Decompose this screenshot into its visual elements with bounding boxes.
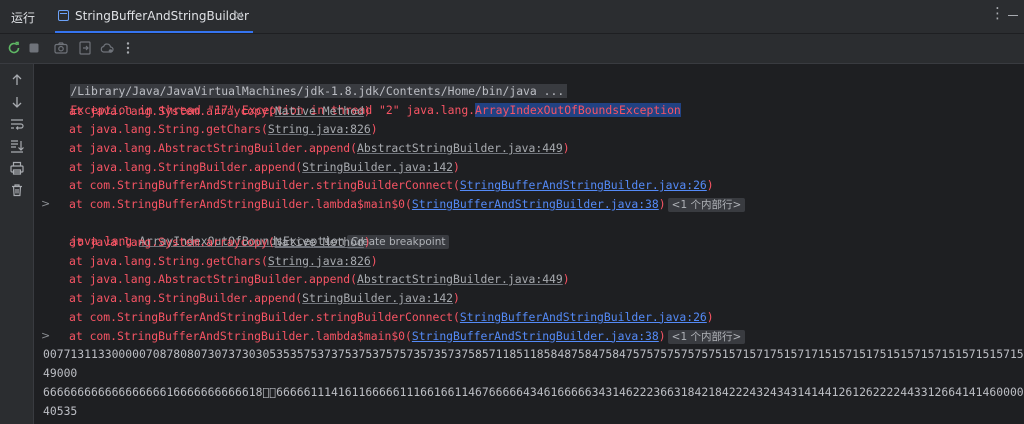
source-link[interactable]: Native Method [275,235,364,249]
stack-frame-suffix: ) [363,103,371,118]
console-side-toolbar [0,64,34,424]
down-arrow-icon[interactable] [9,94,25,110]
output-line-4: 40535 [43,404,78,418]
up-arrow-icon[interactable] [9,72,25,88]
stack-frame: > at com.StringBufferAndStringBuilder.lam… [41,195,746,213]
stack-frame-suffix: ) [370,253,378,268]
source-link[interactable]: StringBuilder.java:142 [302,291,453,305]
stack-frame: at java.lang.AbstractStringBuilder.appen… [43,139,570,157]
stack-frame-method: at com.StringBufferAndStringBuilder.stri… [69,309,460,324]
tab-stringbufferandstringbuilder[interactable]: StringBufferAndStringBuilder × [53,0,253,33]
cloud-icon[interactable] [99,40,115,56]
stack-frame-method: at java.lang.AbstractStringBuilder.appen… [69,272,358,287]
output-line-2: 49000 [43,366,78,380]
close-icon[interactable]: × [234,8,244,22]
second-exception-line: java.lang.ArrayIndexOutOfBoundsException… [43,214,450,249]
minimize-icon[interactable] [1008,15,1018,16]
stack-frame-suffix: ) [453,159,460,174]
expand-chevron-icon[interactable]: > [41,195,50,213]
stack-frame: at com.StringBufferAndStringBuilder.stri… [43,308,714,326]
stack-frame-suffix: ) [562,272,570,287]
more-options-icon[interactable]: ⋮ [990,6,1005,21]
stack-frame-suffix: ) [453,291,460,306]
source-link[interactable]: StringBufferAndStringBuilder.java:26 [460,178,707,192]
stack-frame-suffix: ) [370,122,378,137]
source-link[interactable]: StringBufferAndStringBuilder.java:38 [412,197,659,211]
stack-frame-suffix: ) [706,178,714,193]
stack-frame-method: at java.lang.System.arraycopy( [69,103,275,118]
stack-frame: at java.lang.AbstractStringBuilder.appen… [43,270,570,288]
source-link[interactable]: String.java:826 [268,122,371,136]
stop-icon[interactable] [26,40,42,56]
stack-frame-method: at java.lang.String.getChars( [69,253,268,268]
rerun-icon[interactable] [6,40,22,56]
internal-lines-badge[interactable]: <1 个内部行> [667,329,746,344]
stack-frame: at java.lang.String.getChars(String.java… [43,252,378,270]
stack-frame-method: at java.lang.StringBuilder.append( [69,291,303,306]
stack-frame: at com.StringBufferAndStringBuilder.stri… [43,176,714,194]
stack-frame-suffix: ) [706,309,714,324]
more-icon[interactable] [120,40,136,56]
expand-chevron-icon[interactable]: > [41,327,50,345]
import-icon[interactable] [77,40,93,56]
stack-frame-method: at java.lang.StringBuilder.append( [69,159,303,174]
stack-frame-method: at com.StringBufferAndStringBuilder.lamb… [69,197,412,211]
stack-frame-suffix: ) [658,328,666,343]
tool-window-header: 运行 StringBufferAndStringBuilder × ⋮ [0,0,1024,34]
stack-frame: at java.lang.StringBuilder.append(String… [43,158,460,176]
stack-frame: > at com.StringBufferAndStringBuilder.lam… [41,327,746,345]
source-link[interactable]: AbstractStringBuilder.java:449 [357,141,563,155]
tab-title: StringBufferAndStringBuilder [75,9,249,23]
source-link[interactable]: StringBufferAndStringBuilder.java:26 [460,310,707,324]
internal-lines-badge[interactable]: <1 个内部行> [667,198,746,212]
soft-wrap-icon[interactable] [9,116,25,132]
stack-frame: at java.lang.StringBuilder.append(String… [43,289,460,307]
print-icon[interactable] [9,160,25,176]
run-config-icon [58,10,69,21]
stack-frame-method: at java.lang.String.getChars( [69,122,268,137]
stack-frame-method: at com.StringBufferAndStringBuilder.stri… [69,178,460,193]
stack-frame: at java.lang.System.arraycopy(Native Met… [43,102,371,120]
source-link[interactable]: String.java:826 [268,254,371,268]
stack-frame-suffix: ) [363,235,371,249]
camera-icon[interactable] [53,40,69,56]
stack-frame-method: at java.lang.System.arraycopy( [69,235,275,249]
exception-class-highlight[interactable]: ArrayIndexOutOfBoundsException [475,103,681,117]
scroll-to-end-icon[interactable] [9,138,25,154]
active-tab-indicator [55,31,253,33]
console-output[interactable]: /Library/Java/JavaVirtualMachines/jdk-1.… [34,64,1024,424]
run-tool-window-title: 运行 [11,11,36,25]
run-toolbar [0,34,1024,64]
source-link[interactable]: StringBuilder.java:142 [302,160,453,174]
stack-frame: at java.lang.String.getChars(String.java… [43,120,378,138]
stack-frame: at java.lang.System.arraycopy(Native Met… [43,233,371,251]
stack-frame-method: at java.lang.AbstractStringBuilder.appen… [69,140,358,155]
stack-frame-suffix: ) [658,197,666,211]
stack-frame-suffix: ) [562,140,570,155]
source-link[interactable]: StringBufferAndStringBuilder.java:38 [412,329,659,343]
source-link[interactable]: Native Method [275,104,364,118]
output-line-1: 0077131133000007087808073073730305353575… [43,347,1024,361]
source-link[interactable]: AbstractStringBuilder.java:449 [357,272,563,286]
stack-frame-method: at com.StringBufferAndStringBuilder.lamb… [69,328,412,343]
output-line-3: 66666666666666666616666666666618  666661… [43,385,1024,399]
trash-icon[interactable] [9,182,25,198]
